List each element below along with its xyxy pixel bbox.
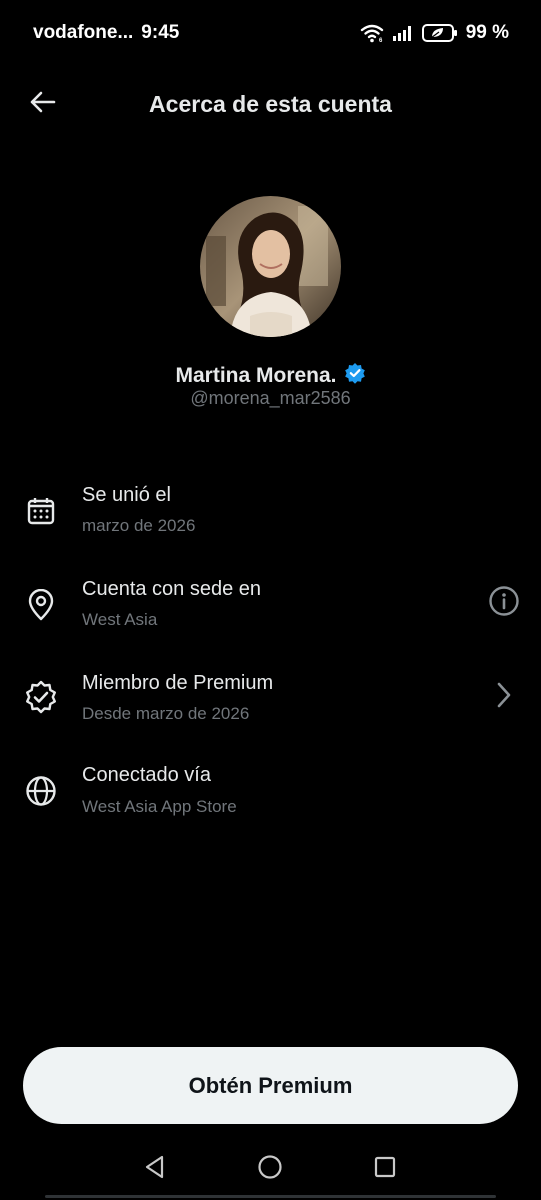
info-title: Se unió el <box>82 484 171 506</box>
chevron-right-icon <box>494 681 514 714</box>
home-indicator <box>45 1195 496 1198</box>
info-icon <box>488 585 520 622</box>
avatar <box>200 196 341 337</box>
carrier-label: vodafone... <box>33 22 134 43</box>
verified-badge-icon <box>22 678 60 716</box>
get-premium-button[interactable]: Obtén Premium <box>23 1047 518 1124</box>
clock: 9:45 <box>141 22 180 43</box>
profile-name: Martina Morena. <box>175 363 337 387</box>
info-subtitle: marzo de 2026 <box>82 516 196 535</box>
globe-icon <box>22 772 60 810</box>
wifi-icon: 6 <box>360 23 384 43</box>
signal-icon <box>392 24 414 42</box>
premium-chevron-button[interactable] <box>487 680 521 714</box>
nav-back-button[interactable] <box>138 1152 172 1186</box>
profile-name-row: Martina Morena. <box>0 362 541 389</box>
page-title: Acerca de esta cuenta <box>149 90 392 117</box>
top-app-bar: Acerca de esta cuenta <box>0 72 541 136</box>
info-subtitle: West Asia <box>82 610 158 629</box>
calendar-icon <box>22 492 60 530</box>
svg-text:6: 6 <box>379 38 383 43</box>
profile-handle: @morena_mar2586 <box>190 388 351 408</box>
info-item-joined: Se unió el marzo de 2026 <box>0 482 541 554</box>
triangle-back-icon <box>142 1154 168 1185</box>
info-item-based-in: Cuenta con sede en West Asia <box>0 576 541 648</box>
battery-percent: 99 % <box>465 22 509 43</box>
info-item-premium[interactable]: Miembro de Premium Desde marzo de 2026 <box>0 670 541 742</box>
battery-icon <box>421 23 458 43</box>
system-nav-bar <box>0 1140 541 1200</box>
info-button[interactable] <box>487 585 521 622</box>
nav-recents-button[interactable] <box>368 1152 402 1186</box>
verified-checkmark-icon <box>344 362 366 389</box>
status-left: vodafone... 9:45 <box>33 22 179 44</box>
circle-home-icon <box>256 1153 284 1186</box>
location-pin-icon <box>22 586 60 624</box>
info-title: Conectado vía <box>82 764 211 786</box>
info-subtitle: Desde marzo de 2026 <box>82 704 250 723</box>
square-recents-icon <box>372 1154 398 1185</box>
nav-home-button[interactable] <box>253 1152 287 1186</box>
info-subtitle: West Asia App Store <box>82 797 237 816</box>
info-item-connected-via: Conectado vía West Asia App Store <box>0 764 541 836</box>
status-bar: vodafone... 9:45 6 99 % <box>0 0 541 66</box>
info-title: Miembro de Premium <box>82 672 274 694</box>
info-title: Cuenta con sede en <box>82 578 262 600</box>
status-right: 6 99 % <box>360 22 509 44</box>
about-account-screen: vodafone... 9:45 6 99 % Acerca de esta c… <box>0 0 541 1200</box>
